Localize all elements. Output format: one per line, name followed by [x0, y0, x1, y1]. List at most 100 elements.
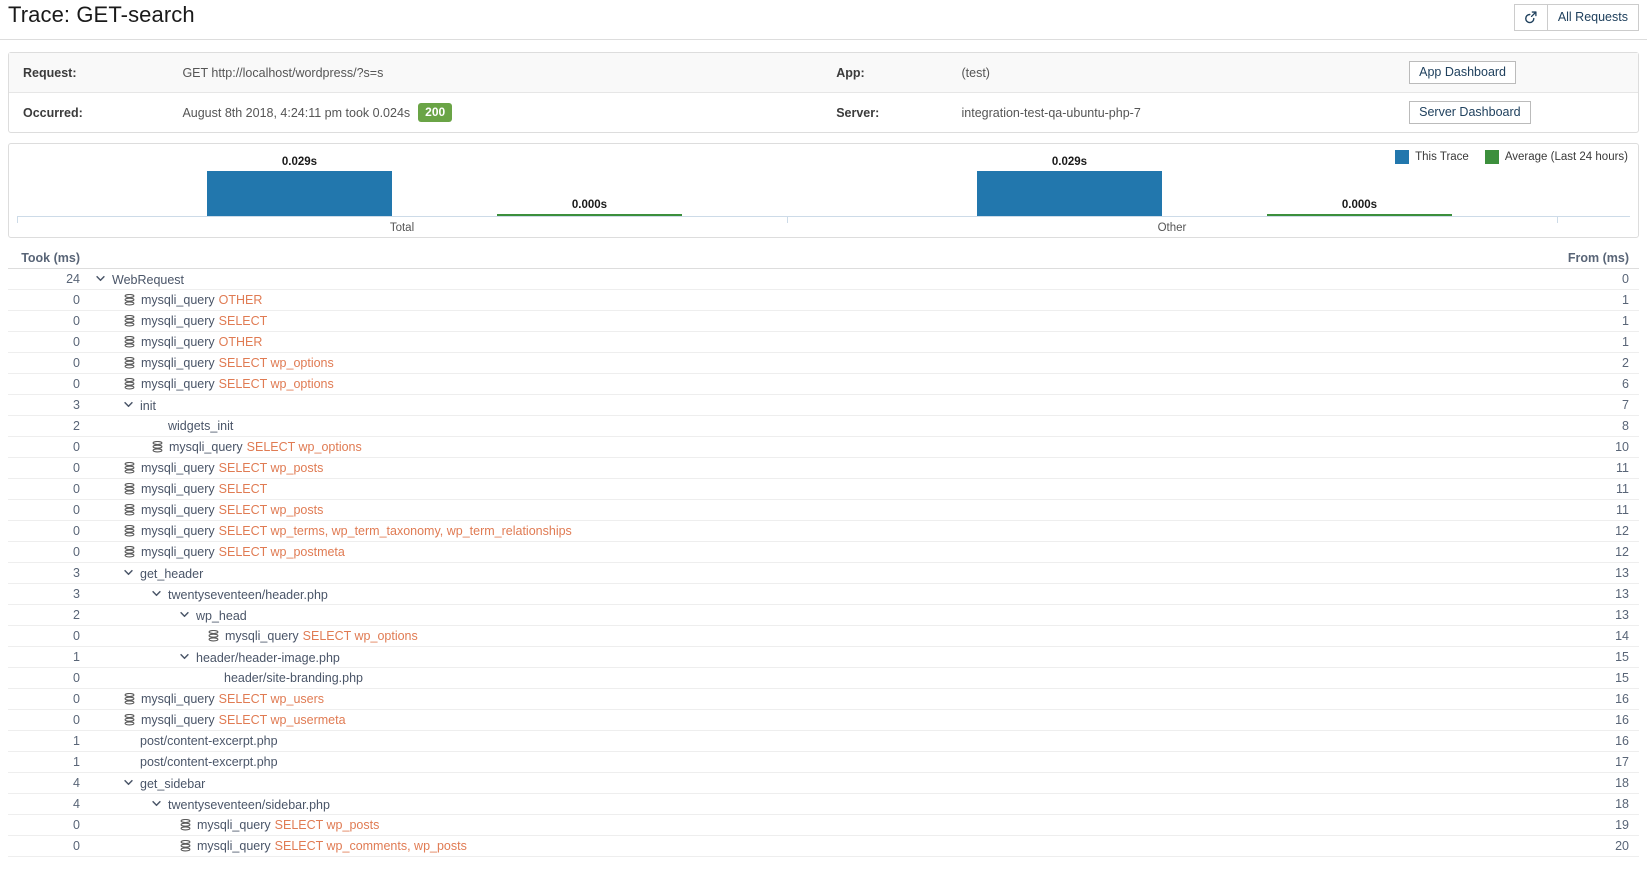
chevron-down-icon[interactable] — [124, 773, 136, 794]
trace-row[interactable]: 0mysqli_queryOTHER1 — [8, 290, 1639, 311]
trace-row[interactable]: 1post/content-excerpt.php16 — [8, 731, 1639, 752]
chevron-down-icon[interactable] — [180, 647, 192, 668]
database-icon — [208, 628, 219, 640]
trace-row[interactable]: 0mysqli_querySELECT wp_posts19 — [8, 815, 1639, 836]
trace-row-from: 7 — [1622, 395, 1629, 416]
chart-bar-value-label: 0.000s — [497, 199, 682, 211]
trace-row-from: 6 — [1622, 374, 1629, 395]
trace-row-label: wp_head — [196, 609, 247, 623]
trace-table-header: Took (ms) From (ms) — [8, 248, 1639, 269]
database-icon — [152, 439, 163, 451]
chevron-down-icon[interactable] — [124, 563, 136, 584]
trace-row-name-cell: get_sidebar — [124, 773, 205, 795]
trace-row-query: SELECT wp_posts — [275, 818, 380, 832]
trace-row-label: mysqli_query — [141, 293, 215, 307]
chevron-down-icon[interactable] — [180, 605, 192, 626]
chart-bar-total-this-trace[interactable]: 0.029s — [207, 156, 392, 216]
trace-row[interactable]: 0mysqli_querySELECT11 — [8, 479, 1639, 500]
trace-row[interactable]: 0mysqli_querySELECT wp_terms, wp_term_ta… — [8, 521, 1639, 542]
top-bar: Trace: GET-search All Requests — [0, 0, 1647, 40]
trace-row-from: 0 — [1622, 269, 1629, 290]
trace-row[interactable]: 0mysqli_querySELECT wp_options2 — [8, 353, 1639, 374]
trace-row[interactable]: 0mysqli_querySELECT wp_posts11 — [8, 458, 1639, 479]
trace-row-from: 17 — [1615, 752, 1629, 773]
trace-row[interactable]: 0mysqli_querySELECT wp_users16 — [8, 689, 1639, 710]
all-requests-button[interactable]: All Requests — [1548, 4, 1639, 31]
trace-row[interactable]: 0mysqli_querySELECT wp_options6 — [8, 374, 1639, 395]
chevron-down-icon[interactable] — [152, 794, 164, 815]
chart-bar-total-average[interactable]: 0.000s — [497, 199, 682, 216]
chart-axis: TotalOther — [17, 216, 1630, 238]
trace-row-took: 0 — [8, 332, 80, 353]
refresh-external-icon-button[interactable] — [1514, 4, 1548, 31]
trace-row-took: 4 — [8, 773, 80, 794]
trace-row-took: 0 — [8, 290, 80, 311]
trace-row-query: SELECT wp_users — [219, 692, 324, 706]
occurred-label: Occurred: — [9, 93, 172, 133]
trace-row-name-cell: init — [124, 395, 156, 417]
app-label: App: — [826, 53, 951, 93]
trace-row[interactable]: 0mysqli_querySELECT wp_options10 — [8, 437, 1639, 458]
trace-row[interactable]: 0header/site-branding.php15 — [8, 668, 1639, 689]
trace-row-label: mysqli_query — [141, 482, 215, 496]
chart-plot-area: 0.029s 0.000s 0.029s 0.000s — [9, 144, 1638, 216]
request-label: Request: — [9, 53, 172, 93]
server-dashboard-button[interactable]: Server Dashboard — [1409, 101, 1530, 124]
trace-row-took: 3 — [8, 584, 80, 605]
trace-row-took: 0 — [8, 542, 80, 563]
trace-row[interactable]: 4get_sidebar18 — [8, 773, 1639, 794]
chart-group-other: 0.029s 0.000s — [787, 144, 1557, 216]
trace-row[interactable]: 0mysqli_querySELECT wp_usermeta16 — [8, 710, 1639, 731]
occurred-value: August 8th 2018, 4:24:11 pm took 0.024s — [182, 106, 410, 120]
trace-row-name-cell: header/header-image.php — [180, 647, 340, 669]
trace-row[interactable]: 0mysqli_querySELECT wp_posts11 — [8, 500, 1639, 521]
trace-row[interactable]: 1header/header-image.php15 — [8, 647, 1639, 668]
trace-row[interactable]: 0mysqli_querySELECT wp_comments, wp_post… — [8, 836, 1639, 857]
trace-row-from: 13 — [1615, 563, 1629, 584]
timing-chart-panel: This Trace Average (Last 24 hours) 0.029… — [8, 143, 1639, 238]
trace-row[interactable]: 0mysqli_queryOTHER1 — [8, 332, 1639, 353]
trace-row[interactable]: 0mysqli_querySELECT wp_options14 — [8, 626, 1639, 647]
trace-row-took: 0 — [8, 815, 80, 836]
trace-row-took: 2 — [8, 416, 80, 437]
trace-row-from: 1 — [1622, 332, 1629, 353]
trace-row-name-cell: get_header — [124, 563, 203, 585]
trace-row-label: twentyseventeen/header.php — [168, 588, 328, 602]
trace-row[interactable]: 24WebRequest0 — [8, 269, 1639, 290]
trace-row-label: widgets_init — [168, 419, 233, 433]
trace-row[interactable]: 4twentyseventeen/sidebar.php18 — [8, 794, 1639, 815]
trace-row-query: SELECT wp_terms, wp_term_taxonomy, wp_te… — [219, 524, 572, 538]
axis-label-total: Total — [17, 222, 787, 234]
trace-row[interactable]: 0mysqli_querySELECT1 — [8, 311, 1639, 332]
trace-row-query: SELECT wp_comments, wp_posts — [275, 839, 467, 853]
chart-bar-rect — [207, 171, 392, 216]
trace-row-name-cell: mysqli_querySELECT wp_options — [124, 374, 334, 395]
status-badge: 200 — [418, 103, 452, 122]
trace-row-took: 0 — [8, 437, 80, 458]
database-icon — [124, 313, 135, 325]
database-icon — [124, 481, 135, 493]
trace-row[interactable]: 0mysqli_querySELECT wp_postmeta12 — [8, 542, 1639, 563]
trace-row-took: 0 — [8, 668, 80, 689]
trace-row[interactable]: 3init7 — [8, 395, 1639, 416]
chevron-down-icon[interactable] — [96, 269, 108, 290]
trace-row-name-cell: post/content-excerpt.php — [124, 731, 278, 752]
trace-row-name-cell: mysqli_querySELECT wp_users — [124, 689, 324, 710]
server-value: integration-test-qa-ubuntu-php-7 — [952, 93, 1410, 133]
chart-bar-rect — [977, 171, 1162, 216]
app-dashboard-button[interactable]: App Dashboard — [1409, 61, 1516, 84]
database-icon — [124, 523, 135, 535]
trace-row[interactable]: 3get_header13 — [8, 563, 1639, 584]
chevron-down-icon[interactable] — [124, 395, 136, 416]
trace-row-from: 16 — [1615, 731, 1629, 752]
trace-row-took: 1 — [8, 647, 80, 668]
table-row: Request: GET http://localhost/wordpress/… — [9, 53, 1638, 93]
trace-row[interactable]: 2widgets_init8 — [8, 416, 1639, 437]
chevron-down-icon[interactable] — [152, 584, 164, 605]
trace-row[interactable]: 1post/content-excerpt.php17 — [8, 752, 1639, 773]
trace-row-label: mysqli_query — [141, 713, 215, 727]
trace-row[interactable]: 2wp_head13 — [8, 605, 1639, 626]
chart-bar-other-average[interactable]: 0.000s — [1267, 199, 1452, 216]
trace-row[interactable]: 3twentyseventeen/header.php13 — [8, 584, 1639, 605]
chart-bar-other-this-trace[interactable]: 0.029s — [977, 156, 1162, 216]
